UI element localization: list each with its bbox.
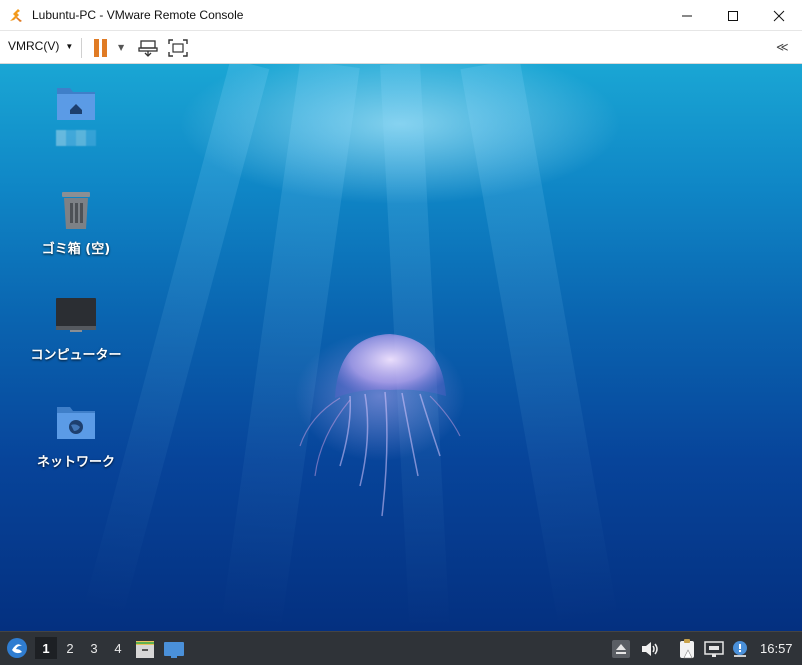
desktop-icon-computer[interactable]: コンピューター	[21, 294, 131, 363]
desktop-icon-label: コンピューター	[30, 348, 122, 363]
clipboard-icon[interactable]	[676, 638, 698, 660]
desktop[interactable]: ゴミ箱 (空) コンピューター ネットワーク	[0, 64, 802, 631]
taskbar-panel: 1 2 3 4 16:57	[0, 631, 802, 665]
desktop-icon-trash[interactable]: ゴミ箱 (空)	[21, 188, 131, 257]
fullscreen-icon[interactable]	[168, 39, 188, 57]
desktop-icon-label: ゴミ箱 (空)	[41, 242, 111, 257]
vmrc-menu-label: VMRC(V)	[8, 39, 60, 53]
lubuntu-menu-icon[interactable]	[6, 637, 28, 659]
eject-icon[interactable]	[610, 638, 632, 660]
pause-bar-icon	[94, 39, 99, 57]
minimize-icon	[682, 15, 692, 16]
send-ctrl-alt-del-icon[interactable]	[138, 39, 158, 57]
workspace-3-button[interactable]: 3	[83, 637, 105, 659]
trash-icon	[62, 192, 90, 229]
collapse-toolbar-button[interactable]: ≪	[776, 40, 789, 54]
blurred-username-label	[56, 130, 96, 146]
vmrc-toolbar: VMRC(V) ▼ ▼ ≪	[0, 31, 802, 64]
window-title: Lubuntu-PC - VMware Remote Console	[32, 8, 244, 22]
vmware-remote-console-icon	[10, 9, 22, 22]
panel-clock[interactable]: 16:57	[760, 641, 793, 656]
minimize-button[interactable]	[664, 0, 710, 31]
vmrc-menu-button[interactable]: VMRC(V) ▼	[8, 39, 73, 53]
maximize-icon	[728, 10, 738, 21]
close-icon	[773, 10, 785, 21]
pause-bar-icon	[102, 39, 107, 57]
computer-icon	[56, 298, 96, 332]
home-folder-icon	[57, 88, 95, 120]
desktop-icon-network[interactable]: ネットワーク	[21, 401, 131, 470]
workspace-2-button[interactable]: 2	[59, 637, 81, 659]
notification-icon[interactable]	[729, 638, 751, 660]
workspace-4-button[interactable]: 4	[107, 637, 129, 659]
jellyfish-wallpaper	[295, 331, 465, 517]
desktop-icon-home[interactable]	[21, 82, 131, 146]
workspace-1-button[interactable]: 1	[35, 637, 57, 659]
pause-button[interactable]	[93, 39, 109, 57]
chevron-down-icon: ▼	[65, 41, 74, 51]
volume-icon[interactable]	[639, 638, 661, 660]
light-ray	[460, 64, 619, 628]
network-folder-icon	[57, 407, 95, 439]
network-icon[interactable]	[703, 638, 725, 660]
desktop-icon-label: ネットワーク	[36, 455, 115, 470]
window-titlebar: Lubuntu-PC - VMware Remote Console	[0, 0, 802, 31]
maximize-button[interactable]	[710, 0, 756, 31]
power-menu-chevron-icon[interactable]: ▼	[118, 43, 124, 52]
toolbar-divider	[81, 38, 82, 58]
show-desktop-icon[interactable]	[163, 638, 185, 660]
close-button[interactable]	[756, 0, 802, 31]
file-manager-icon[interactable]	[134, 638, 156, 660]
